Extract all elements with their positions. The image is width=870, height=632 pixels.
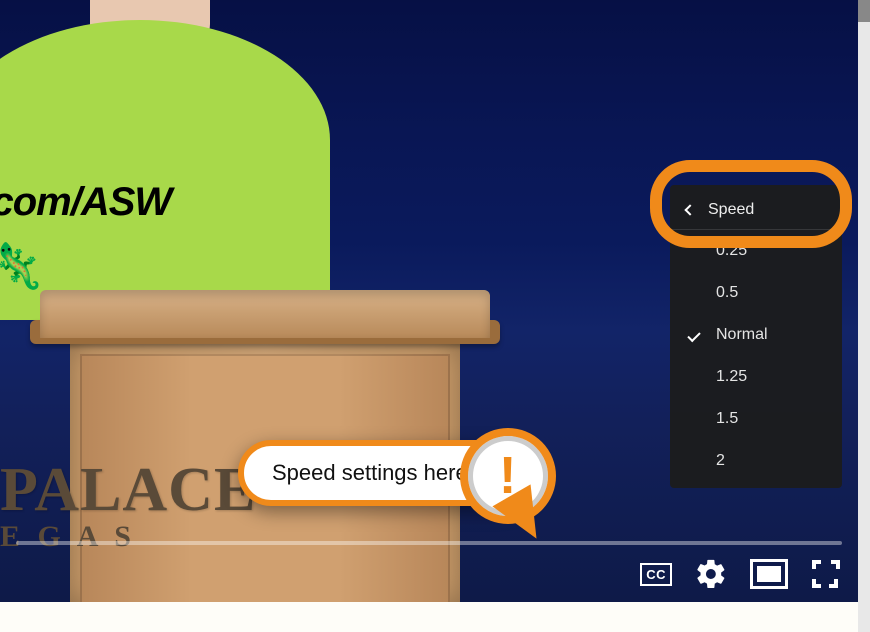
speed-option-label: Normal — [716, 326, 768, 344]
speed-option-1-5[interactable]: 1.5 — [670, 398, 842, 440]
page-scrollbar-thumb[interactable] — [858, 0, 870, 22]
speed-option-label: 1.5 — [716, 410, 738, 428]
speed-option-label: 0.5 — [716, 284, 738, 302]
annotation-callout: Speed settings here ! — [238, 440, 534, 506]
cc-icon: CC — [640, 563, 672, 586]
captions-button[interactable]: CC — [640, 563, 672, 586]
page-background — [0, 602, 858, 632]
theater-icon — [750, 559, 788, 589]
player-controls: CC — [0, 546, 858, 602]
settings-button[interactable] — [694, 557, 728, 591]
theater-mode-button[interactable] — [750, 559, 788, 589]
speed-option-0-5[interactable]: 0.5 — [670, 272, 842, 314]
annotation-highlight-ring — [650, 160, 852, 248]
backdrop-title: PALACE — [0, 455, 256, 526]
shirt-text: la.com/ASW — [0, 180, 171, 225]
progress-bar[interactable] — [16, 541, 842, 545]
fullscreen-button[interactable] — [810, 558, 842, 590]
page-scrollbar-track[interactable] — [858, 0, 870, 632]
speed-option-label: 1.25 — [716, 368, 747, 386]
speed-option-2[interactable]: 2 — [670, 440, 842, 482]
speed-option-normal[interactable]: Normal — [670, 314, 842, 356]
check-icon — [686, 332, 702, 339]
speed-option-1-25[interactable]: 1.25 — [670, 356, 842, 398]
annotation-text: Speed settings here — [272, 460, 468, 486]
speed-option-label: 2 — [716, 452, 725, 470]
video-player[interactable]: la.com/ASW 🦎 PALACE E G A S Speed 0.25 0… — [0, 0, 858, 602]
lizard-graphic: 🦎 — [0, 240, 45, 292]
gear-icon — [694, 557, 728, 591]
fullscreen-icon — [810, 558, 842, 590]
presenter: la.com/ASW 🦎 — [0, 0, 350, 320]
